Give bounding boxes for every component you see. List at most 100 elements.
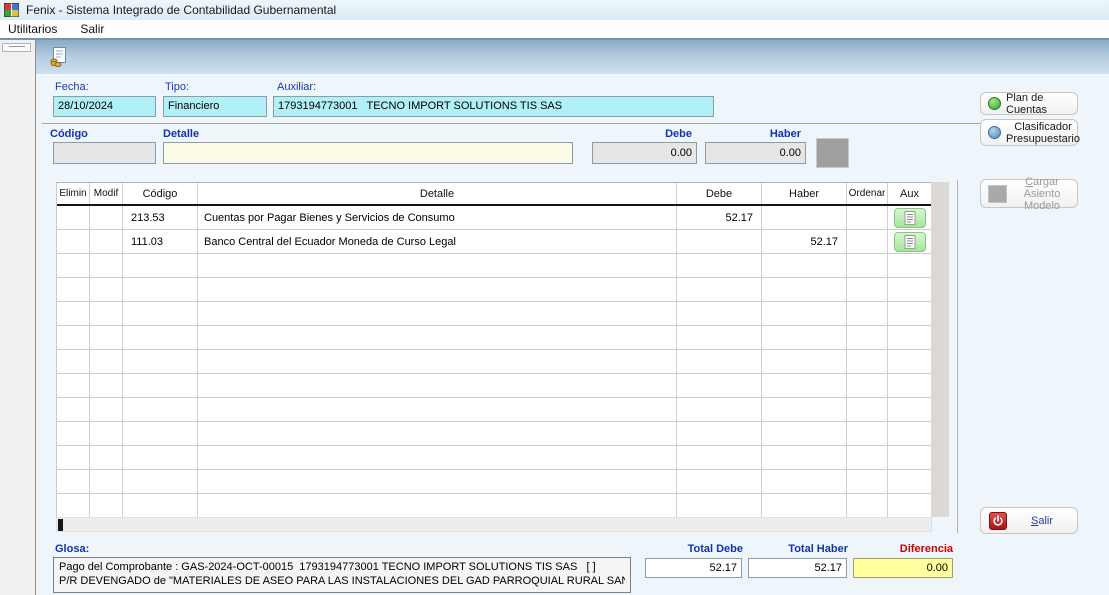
- glosa-textarea[interactable]: Pago del Comprobante : GAS-2024-OCT-0001…: [53, 557, 631, 593]
- grid-header-ordenar: Ordenar: [847, 183, 888, 204]
- grid-cell-ordenar: [847, 206, 888, 229]
- grid-cell-elimin: [57, 326, 90, 349]
- total-debe-field: 52.17: [645, 558, 742, 578]
- grid-row-empty: [57, 446, 932, 470]
- grid-cell-debe: [677, 422, 762, 445]
- grid-header-codigo: Código: [123, 183, 198, 204]
- grid-cell-codigo: [123, 350, 198, 373]
- grid-cell-codigo: [123, 326, 198, 349]
- window-title: Fenix - Sistema Integrado de Contabilida…: [26, 3, 336, 17]
- grid-cell-codigo: [123, 374, 198, 397]
- grid-cell-modif: [90, 398, 123, 421]
- grid-cell-codigo: [123, 254, 198, 277]
- scrollbar-thumb[interactable]: [58, 519, 63, 531]
- grid-cell-aux: [888, 422, 932, 445]
- codigo-input[interactable]: [53, 142, 156, 164]
- grid-row[interactable]: 213.53Cuentas por Pagar Bienes y Servici…: [57, 206, 932, 230]
- debe-input[interactable]: 0.00: [592, 142, 697, 164]
- tipo-input[interactable]: Financiero: [163, 96, 267, 117]
- menu-salir[interactable]: Salir: [80, 22, 113, 36]
- grid-cell-debe: [677, 374, 762, 397]
- document-icon: [904, 235, 916, 249]
- grid-cell-aux: [888, 374, 932, 397]
- grid-cell-debe: [677, 326, 762, 349]
- grid-cell-ordenar: [847, 398, 888, 421]
- grid-cell-detalle: [198, 470, 677, 493]
- fecha-label: Fecha:: [55, 81, 89, 93]
- title-bar[interactable]: Fenix - Sistema Integrado de Contabilida…: [0, 0, 1109, 20]
- grid-cell-debe: 52.17: [677, 206, 762, 229]
- cargar-asiento-modelo-button: Cargar Asiento Modelo: [980, 179, 1078, 208]
- grid-cell-detalle: Banco Central del Ecuador Moneda de Curs…: [198, 230, 677, 253]
- fecha-input[interactable]: 28/10/2024: [53, 96, 156, 117]
- grid-cell-detalle: [198, 374, 677, 397]
- clasificador-presupuestario-button[interactable]: Clasificador Presupuestario: [980, 119, 1078, 146]
- grid-cell-ordenar: [847, 350, 888, 373]
- grid-cell-codigo: [123, 494, 198, 517]
- grid-cell-debe: [677, 446, 762, 469]
- vertical-scrollbar[interactable]: [931, 182, 949, 517]
- grid-row-empty: [57, 278, 932, 302]
- divider: [42, 123, 980, 124]
- new-voucher-button[interactable]: [46, 44, 70, 70]
- horizontal-scrollbar[interactable]: [56, 517, 932, 532]
- plan-de-cuentas-label: Plan de Cuentas: [1006, 92, 1077, 116]
- grid-cell-modif: [90, 206, 123, 229]
- grid-cell-detalle: [198, 302, 677, 325]
- total-haber-field: 52.17: [748, 558, 847, 578]
- add-entry-button[interactable]: [816, 138, 849, 168]
- grid-cell-debe: [677, 278, 762, 301]
- tipo-label: Tipo:: [165, 81, 189, 93]
- total-debe-label: Total Debe: [645, 543, 743, 555]
- grid-cell-modif: [90, 302, 123, 325]
- grid-cell-aux: [888, 230, 932, 253]
- grid-cell-detalle: [198, 350, 677, 373]
- grid-cell-debe: [677, 470, 762, 493]
- grid-cell-haber: [762, 374, 847, 397]
- grid-cell-ordenar: [847, 470, 888, 493]
- salir-label: Salir: [1007, 515, 1077, 527]
- grid-row[interactable]: 111.03Banco Central del Ecuador Moneda d…: [57, 230, 932, 254]
- grid-cell-aux: [888, 494, 932, 517]
- grid-cell-haber: [762, 278, 847, 301]
- salir-button[interactable]: Salir: [980, 507, 1078, 534]
- grid-cell-haber: [762, 326, 847, 349]
- grid-header-haber: Haber: [762, 183, 847, 204]
- clasificador-label-line1: Clasificador: [1006, 121, 1080, 133]
- aux-button[interactable]: [894, 232, 926, 252]
- grid-header-aux: Aux: [888, 183, 932, 204]
- grid-body: 213.53Cuentas por Pagar Bienes y Servici…: [57, 206, 932, 518]
- grid-cell-haber: [762, 206, 847, 229]
- clasificador-label-line2: Presupuestario: [1006, 133, 1080, 145]
- codigo-label: Código: [50, 128, 88, 140]
- gray-square-icon: [988, 185, 1007, 203]
- grid-cell-elimin: [57, 398, 90, 421]
- grid-cell-modif: [90, 494, 123, 517]
- aux-button[interactable]: [894, 208, 926, 228]
- splitter-handle[interactable]: [2, 43, 31, 52]
- grid-header-row: Elimin Modif Código Detalle Debe Haber O…: [57, 183, 932, 206]
- grid-row-empty: [57, 326, 932, 350]
- grid-row-empty: [57, 374, 932, 398]
- detalle-input[interactable]: [163, 142, 573, 164]
- diferencia-field: 0.00: [853, 558, 953, 578]
- glosa-line-1: Pago del Comprobante : GAS-2024-OCT-0001…: [59, 560, 625, 574]
- grid-cell-ordenar: [847, 422, 888, 445]
- menu-utilitarios[interactable]: Utilitarios: [8, 22, 66, 36]
- haber-input[interactable]: 0.00: [705, 142, 806, 164]
- grid-cell-codigo: [123, 302, 198, 325]
- cargar-label-line1: Cargar Asiento: [1007, 176, 1077, 200]
- grid-cell-haber: 52.17: [762, 230, 847, 253]
- grid-row-empty: [57, 422, 932, 446]
- grid-header-elimin: Elimin: [57, 183, 90, 204]
- grid-header-debe: Debe: [677, 183, 762, 204]
- grid-cell-aux: [888, 350, 932, 373]
- cargar-label-line2: Modelo: [1007, 200, 1077, 212]
- auxiliar-input[interactable]: 1793194773001 TECNO IMPORT SOLUTIONS TIS…: [273, 96, 714, 117]
- grid-row-empty: [57, 350, 932, 374]
- grid-cell-detalle: [198, 278, 677, 301]
- grid-cell-haber: [762, 350, 847, 373]
- grid-cell-codigo: [123, 470, 198, 493]
- plan-de-cuentas-button[interactable]: Plan de Cuentas: [980, 92, 1078, 115]
- grid-cell-elimin: [57, 230, 90, 253]
